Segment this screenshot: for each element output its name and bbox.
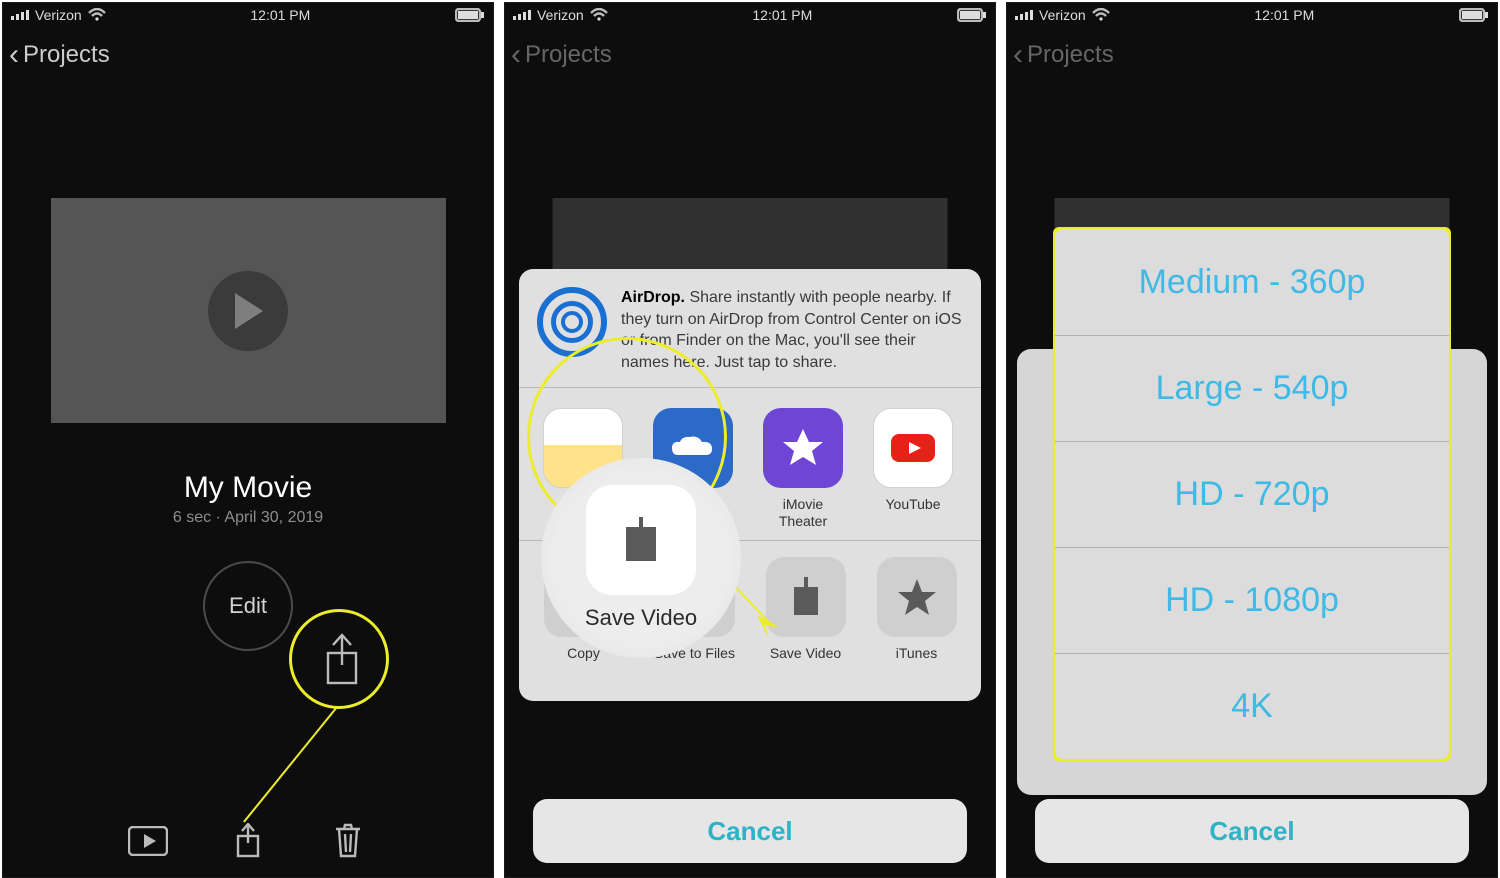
quality-720p-label: HD - 720p xyxy=(1175,475,1330,514)
status-bar: Verizon 12:01 PM xyxy=(1007,3,1497,27)
screen-quality-picker: Verizon 12:01 PM ‹ Projects Medium - 360… xyxy=(1006,2,1498,878)
clock: 12:01 PM xyxy=(1254,7,1314,23)
navbar: ‹ Projects xyxy=(505,27,995,83)
quality-1080p-label: HD - 1080p xyxy=(1165,581,1339,620)
back-title[interactable]: Projects xyxy=(1027,41,1114,69)
quality-option-540p[interactable]: Large - 540p xyxy=(1055,335,1449,441)
trash-toolbar-icon[interactable] xyxy=(326,819,370,863)
quality-option-720p[interactable]: HD - 720p xyxy=(1055,441,1449,547)
edit-button[interactable]: Edit xyxy=(203,561,293,651)
quality-4k-label: 4K xyxy=(1231,687,1273,726)
quality-540p-label: Large - 540p xyxy=(1156,369,1349,408)
clock: 12:01 PM xyxy=(752,7,812,23)
quality-option-4k[interactable]: 4K xyxy=(1055,653,1449,759)
wifi-icon xyxy=(88,8,106,22)
action-itunes[interactable]: iTunes xyxy=(876,557,957,679)
save-video-callout-label: Save Video xyxy=(585,605,697,631)
battery-icon xyxy=(1459,8,1489,22)
star-icon xyxy=(877,557,957,637)
back-title[interactable]: Projects xyxy=(525,41,612,69)
status-bar: Verizon 12:01 PM xyxy=(505,3,995,27)
annotation-circle xyxy=(289,609,389,709)
share-toolbar-icon[interactable] xyxy=(226,819,270,863)
battery-icon xyxy=(455,8,485,22)
quality-option-360p[interactable]: Medium - 360p xyxy=(1055,229,1449,335)
carrier-label: Verizon xyxy=(1039,7,1086,23)
carrier-label: Verizon xyxy=(35,7,82,23)
save-video-callout-icon xyxy=(586,485,696,595)
play-icon[interactable] xyxy=(208,271,288,351)
cancel-button[interactable]: Cancel xyxy=(533,799,967,863)
share-sheet: AirDrop. Share instantly with people nea… xyxy=(519,269,981,701)
cancel-label: Cancel xyxy=(707,816,792,847)
signal-icon xyxy=(11,10,29,20)
screen-project: Verizon 12:01 PM ‹ Projects My Movie 6 s… xyxy=(2,2,494,878)
cancel-label: Cancel xyxy=(1209,816,1294,847)
clock: 12:01 PM xyxy=(250,7,310,23)
save-video-label: Save Video xyxy=(770,645,841,679)
signal-icon xyxy=(1015,10,1033,20)
youtube-label: YouTube xyxy=(885,496,940,530)
airdrop-bold: AirDrop. xyxy=(621,289,685,306)
back-chevron-icon[interactable]: ‹ xyxy=(9,38,19,72)
quality-option-list: Medium - 360p Large - 540p HD - 720p HD … xyxy=(1055,229,1449,759)
save-video-callout: Save Video xyxy=(541,458,741,658)
navbar: ‹ Projects xyxy=(1007,27,1497,83)
back-chevron-icon[interactable]: ‹ xyxy=(511,38,521,72)
share-app-imovie-theater[interactable]: iMovie Theater xyxy=(763,408,843,530)
carrier-label: Verizon xyxy=(537,7,584,23)
back-title[interactable]: Projects xyxy=(23,41,110,69)
annotation-line xyxy=(243,706,338,822)
youtube-app-icon xyxy=(873,408,953,488)
wifi-icon xyxy=(590,8,608,22)
itunes-label: iTunes xyxy=(896,645,938,679)
share-app-youtube[interactable]: YouTube xyxy=(873,408,953,530)
project-thumbnail[interactable] xyxy=(51,198,446,423)
screen-share-sheet: Verizon 12:01 PM ‹ Projects AirDrop. Sha… xyxy=(504,2,996,878)
play-toolbar-icon[interactable] xyxy=(126,819,170,863)
annotation-arrowhead xyxy=(757,615,783,641)
imovie-theater-app-icon xyxy=(763,408,843,488)
copy-label: Copy xyxy=(567,645,600,679)
quality-option-1080p[interactable]: HD - 1080p xyxy=(1055,547,1449,653)
signal-icon xyxy=(513,10,531,20)
cancel-button[interactable]: Cancel xyxy=(1035,799,1469,863)
quality-360p-label: Medium - 360p xyxy=(1139,263,1366,302)
back-chevron-icon[interactable]: ‹ xyxy=(1013,38,1023,72)
navbar: ‹ Projects xyxy=(3,27,493,83)
battery-icon xyxy=(957,8,987,22)
bottom-toolbar xyxy=(3,819,493,863)
edit-label: Edit xyxy=(229,593,267,619)
imovie-theater-label: iMovie Theater xyxy=(763,496,843,530)
project-title: My Movie xyxy=(184,471,312,505)
status-bar: Verizon 12:01 PM xyxy=(3,3,493,27)
project-meta: 6 sec · April 30, 2019 xyxy=(173,509,323,527)
wifi-icon xyxy=(1092,8,1110,22)
